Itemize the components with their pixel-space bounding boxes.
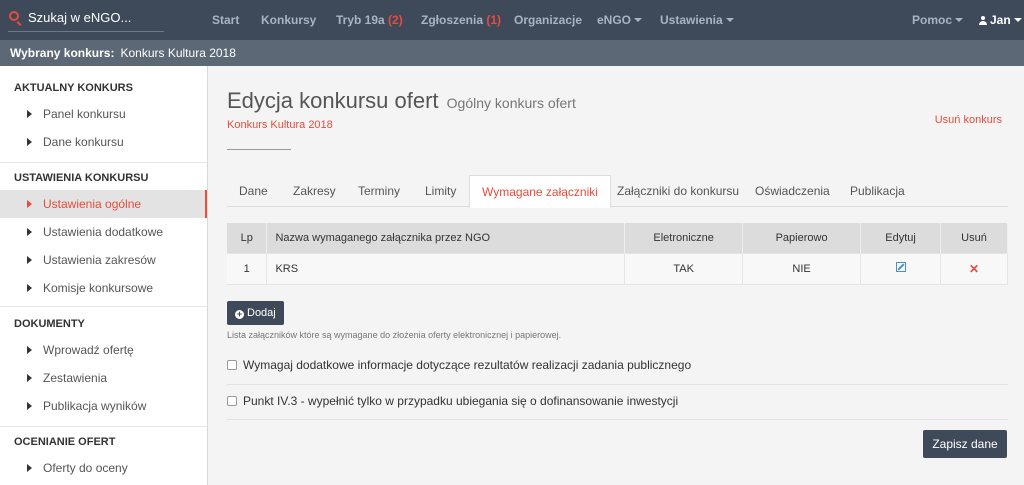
checkbox[interactable] (227, 360, 237, 370)
attachments-hint: Lista załączników które są wymagane do z… (227, 330, 562, 340)
sidebar-section-title: DOKUMENTY (14, 318, 85, 330)
nav-engo-label: eNGO (597, 13, 632, 27)
sidebar-item-ustawienia-zakresow[interactable]: Ustawienia zakresów (0, 246, 207, 274)
sidebar-item-oferty-do-oceny[interactable]: Oferty do oceny (0, 454, 207, 482)
nav-ustawienia[interactable]: Ustawienia (660, 13, 734, 27)
nav-start[interactable]: Start (212, 13, 239, 27)
nav-konkursy[interactable]: Konkursy (261, 13, 316, 27)
sidebar-item-publikacja-wynikow[interactable]: Publikacja wyników (0, 392, 207, 420)
caret-down-icon (634, 18, 643, 22)
add-button[interactable]: + Dodaj (227, 301, 284, 325)
title-underline (227, 149, 291, 150)
top-navbar: Szukaj w eNGO... Start Konkursy Tryb 19a… (0, 0, 1024, 40)
caret-down-icon (955, 18, 964, 22)
tab-terminy[interactable]: Terminy (346, 175, 412, 207)
checkbox[interactable] (227, 396, 237, 406)
sidebar-divider (0, 162, 207, 163)
sidebar-item-zestawienia[interactable]: Zestawienia (0, 364, 207, 392)
col-edit: Edytuj (860, 223, 942, 253)
edit-icon[interactable] (895, 262, 906, 272)
cell-electronic: TAK (624, 252, 744, 285)
sidebar: AKTUALNY KONKURS Panel konkursu Dane kon… (0, 66, 208, 485)
caret-down-icon (725, 18, 734, 22)
nav-zgloszenia[interactable]: Zgłoszenia (1) (421, 13, 501, 27)
cell-paper: NIE (742, 252, 862, 285)
sidebar-item-ustawienia-dodatkowe[interactable]: Ustawienia dodatkowe (0, 218, 207, 246)
user-icon (979, 16, 987, 25)
sidebar-item-wprowadz-oferte[interactable]: Wprowadź ofertę (0, 336, 207, 364)
tab-dane[interactable]: Dane (227, 175, 280, 207)
page-subtitle: Ogólny konkurs ofert (446, 95, 576, 111)
contest-name: Konkurs Kultura 2018 (227, 119, 333, 131)
sidebar-divider (0, 426, 207, 427)
search-box[interactable]: Szukaj w eNGO... (8, 8, 164, 32)
table-row: 1 KRS TAK NIE ✕ (227, 252, 1008, 285)
nav-user-label: Jan (990, 13, 1011, 27)
tab-bar: Dane Zakresy Terminy Limity Wymagane zał… (227, 175, 1008, 208)
page-title-text: Edycja konkursu ofert (227, 88, 439, 113)
sidebar-section-title: USTAWIENIA KONKURSU (14, 172, 149, 184)
sidebar-section-title: AKTUALNY KONKURS (14, 82, 133, 94)
tab-zalaczniki-do-konkursu[interactable]: Załączniki do konkursu (605, 175, 751, 207)
nav-zgloszenia-count: (1) (486, 13, 502, 27)
sidebar-item-ustawienia-ogolne[interactable]: Ustawienia ogólne (0, 190, 207, 218)
nav-help-label: Pomoc (912, 13, 953, 27)
divider (227, 384, 1008, 385)
main-content: Edycja konkursu ofert Ogólny konkurs ofe… (208, 66, 1024, 485)
checkbox-label: Punkt IV.3 - wypełnić tylko w przypadku … (243, 394, 679, 408)
caret-down-icon (1013, 18, 1022, 22)
divider (227, 419, 1008, 420)
sidebar-divider (0, 306, 207, 307)
nav-help[interactable]: Pomoc (912, 13, 964, 27)
col-delete: Usuń (940, 223, 1008, 253)
nav-tryb-19a[interactable]: Tryb 19a (2) (336, 13, 403, 27)
tab-zakresy[interactable]: Zakresy (281, 175, 348, 207)
delete-contest-link[interactable]: Usuń konkurs (935, 114, 1002, 126)
nav-tryb-19a-label: Tryb 19a (336, 13, 385, 27)
plus-circle-icon: + (235, 309, 244, 319)
checkbox-row-point-iv3[interactable]: Punkt IV.3 - wypełnić tylko w przypadku … (227, 394, 678, 408)
nav-ustawienia-label: Ustawienia (660, 13, 723, 27)
tab-limity[interactable]: Limity (413, 175, 468, 207)
tab-wymagane-zalaczniki[interactable]: Wymagane załączniki (469, 175, 611, 208)
nav-tryb-19a-count: (2) (388, 13, 403, 27)
cell-lp: 1 (227, 252, 268, 285)
col-name: Nazwa wymaganego załącznika przez NGO (266, 223, 626, 253)
col-paper: Papierowo (742, 223, 862, 253)
nav-engo[interactable]: eNGO (597, 13, 643, 27)
selected-contest-value: Konkurs Kultura 2018 (120, 46, 236, 60)
search-placeholder[interactable]: Szukaj w eNGO... (28, 10, 131, 25)
nav-zgloszenia-label: Zgłoszenia (421, 13, 484, 27)
selected-contest-label: Wybrany konkurs: (10, 46, 115, 60)
cell-name: KRS (266, 252, 626, 285)
selected-contest-bar: Wybrany konkurs: Konkurs Kultura 2018 (0, 40, 1024, 66)
col-electronic: Eletroniczne (624, 223, 744, 253)
search-icon (9, 11, 19, 21)
sidebar-item-komisje-konkursowe[interactable]: Komisje konkursowe (0, 274, 207, 302)
cell-delete: ✕ (940, 252, 1008, 285)
sidebar-item-dane-konkursu[interactable]: Dane konkursu (0, 128, 207, 156)
required-attachments-table: Lp Nazwa wymaganego załącznika przez NGO… (227, 223, 1008, 285)
checkbox-label: Wymagaj dodatkowe informacje dotyczące r… (243, 358, 692, 372)
delete-x-icon[interactable]: ✕ (969, 262, 979, 276)
nav-organizacje[interactable]: Organizacje (514, 13, 582, 27)
tab-publikacja[interactable]: Publikacja (838, 175, 917, 207)
cell-edit (860, 252, 942, 285)
sidebar-section-title: OCENIANIE OFERT (14, 436, 116, 448)
checkbox-row-results-info[interactable]: Wymagaj dodatkowe informacje dotyczące r… (227, 358, 691, 372)
tab-oswiadczenia[interactable]: Oświadczenia (743, 175, 842, 207)
col-lp: Lp (227, 223, 268, 253)
page-title: Edycja konkursu ofert Ogólny konkurs ofe… (227, 88, 576, 114)
sidebar-item-panel-konkursu[interactable]: Panel konkursu (0, 100, 207, 128)
add-button-label: Dodaj (247, 307, 276, 319)
table-header-row: Lp Nazwa wymaganego załącznika przez NGO… (227, 223, 1008, 253)
save-button[interactable]: Zapisz dane (923, 430, 1007, 458)
nav-user[interactable]: Jan (979, 13, 1022, 27)
